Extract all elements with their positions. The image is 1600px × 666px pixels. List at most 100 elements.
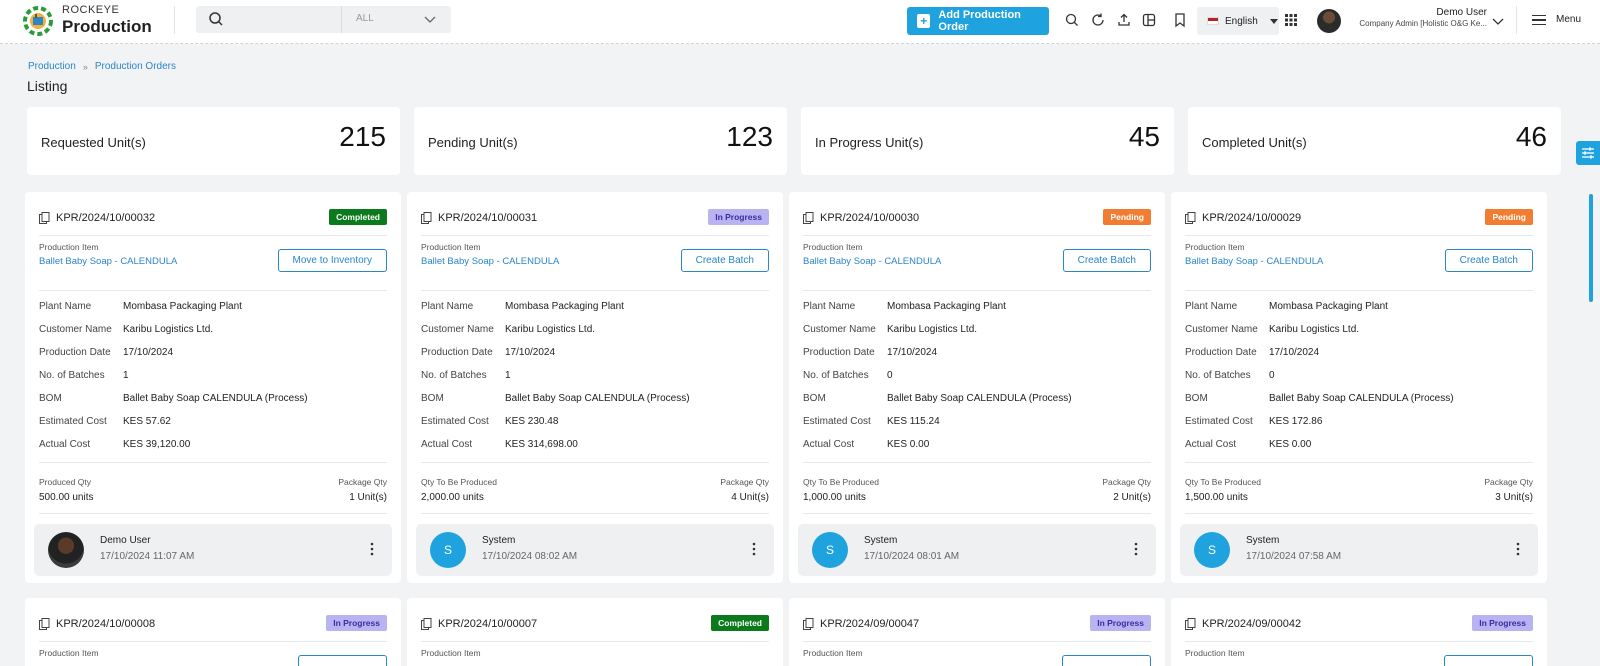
divider: [421, 462, 769, 463]
global-search[interactable]: ALL: [196, 6, 451, 33]
user-menu[interactable]: Demo User Company Admin [Holistic O&G Ke…: [1347, 7, 1487, 29]
divider: [1185, 641, 1533, 642]
order-code[interactable]: KPR/2024/10/00008: [56, 618, 155, 630]
package-qty-label: Package Qty: [1102, 477, 1151, 487]
production-date-label: Production Date: [39, 347, 111, 358]
order-code[interactable]: KPR/2024/09/00047: [820, 618, 919, 630]
created-by-footer: S System 17/10/2024 08:01 AM: [798, 524, 1156, 576]
estimated-cost-row: Estimated Cost KES 57.62: [39, 416, 171, 427]
breadcrumb-production[interactable]: Production: [28, 61, 76, 72]
create-batch-button[interactable]: [298, 655, 387, 666]
header-divider: [174, 6, 175, 34]
divider: [1185, 462, 1533, 463]
batch-count-value: 0: [1269, 370, 1275, 381]
package-qty-label: Package Qty: [338, 477, 387, 487]
production-order-card[interactable]: KPR/2024/10/00007 Completed Production Ite…: [407, 598, 783, 666]
order-code[interactable]: KPR/2024/10/00032: [56, 212, 155, 224]
chevron-down-icon[interactable]: [1490, 13, 1506, 29]
order-code[interactable]: KPR/2024/10/00031: [438, 212, 537, 224]
production-order-card[interactable]: KPR/2024/09/00042 In Progress Production I…: [1171, 598, 1547, 666]
divider: [803, 290, 1151, 291]
production-item-label: Production Item: [39, 242, 99, 252]
order-code[interactable]: KPR/2024/10/00030: [820, 212, 919, 224]
production-order-card[interactable]: KPR/2024/09/00047 In Progress Production I…: [789, 598, 1165, 666]
more-vertical-icon[interactable]: [1516, 542, 1520, 556]
upload-icon[interactable]: [1116, 12, 1132, 28]
production-date-label: Production Date: [421, 347, 493, 358]
apps-grid-icon[interactable]: [1283, 12, 1299, 28]
created-at: 17/10/2024 08:02 AM: [482, 551, 578, 562]
divider: [1185, 513, 1533, 514]
batch-count-label: No. of Batches: [421, 370, 487, 381]
production-item-link[interactable]: Ballet Baby Soap - CALENDULA: [421, 256, 559, 267]
chevron-down-icon[interactable]: [424, 13, 436, 25]
bookmark-icon[interactable]: [1172, 12, 1188, 28]
rockeye-logo[interactable]: [22, 5, 54, 37]
copy-document-icon[interactable]: [1185, 212, 1196, 224]
language-select[interactable]: English: [1197, 7, 1279, 35]
layout-icon[interactable]: [1141, 12, 1157, 28]
status-badge: In Progress: [326, 615, 387, 631]
estimated-cost-label: Estimated Cost: [803, 416, 871, 427]
production-order-card[interactable]: KPR/2024/10/00030 Pending Production Item B…: [789, 192, 1165, 583]
search-divider: [341, 6, 342, 33]
estimated-cost-label: Estimated Cost: [421, 416, 489, 427]
copy-document-icon[interactable]: [803, 618, 814, 630]
production-date-value: 17/10/2024: [123, 347, 174, 358]
copy-document-icon[interactable]: [803, 212, 814, 224]
copy-document-icon[interactable]: [421, 618, 432, 630]
divider: [1185, 235, 1533, 236]
production-item-link[interactable]: Ballet Baby Soap - CALENDULA: [39, 256, 177, 267]
order-code[interactable]: KPR/2024/09/00042: [1202, 618, 1301, 630]
breadcrumb-production-orders[interactable]: Production Orders: [95, 61, 176, 72]
create-batch-button[interactable]: Create Batch: [1444, 249, 1533, 272]
actual-cost-value: KES 314,698.00: [505, 439, 578, 450]
search-scope-select[interactable]: ALL: [356, 13, 374, 24]
production-order-card[interactable]: KPR/2024/10/00029 Pending Production Item B…: [1171, 192, 1547, 583]
actual-cost-row: Actual Cost KES 0.00: [1185, 439, 1311, 450]
filter-settings-tab[interactable]: [1576, 141, 1600, 165]
customer-name-value: Karibu Logistics Ltd.: [123, 324, 214, 335]
create-batch-button[interactable]: Create Batch: [1062, 249, 1151, 272]
copy-document-icon[interactable]: [39, 212, 50, 224]
plant-name-label: Plant Name: [803, 301, 856, 312]
create-batch-button[interactable]: [1062, 655, 1151, 666]
more-vertical-icon[interactable]: [1134, 542, 1138, 556]
estimated-cost-row: Estimated Cost KES 230.48: [421, 416, 558, 427]
estimated-cost-value: KES 57.62: [123, 416, 171, 427]
brand-top: ROCKEYE: [62, 4, 120, 16]
order-code[interactable]: KPR/2024/10/00029: [1202, 212, 1301, 224]
main-menu-button[interactable]: Menu: [1532, 14, 1581, 25]
divider: [39, 235, 387, 236]
add-production-order-button[interactable]: + Add Production Order: [907, 7, 1049, 35]
production-item-link[interactable]: Ballet Baby Soap - CALENDULA: [1185, 256, 1323, 267]
more-vertical-icon[interactable]: [370, 542, 374, 556]
copy-document-icon[interactable]: [1185, 618, 1196, 630]
production-order-card[interactable]: KPR/2024/10/00031 In Progress Production I…: [407, 192, 783, 583]
search-icon: [209, 12, 223, 26]
actual-cost-label: Actual Cost: [39, 439, 91, 450]
plus-icon: +: [917, 14, 931, 28]
create-batch-button[interactable]: Create Batch: [680, 249, 769, 272]
page-scrollbar[interactable]: [1589, 194, 1593, 302]
refresh-icon[interactable]: [1090, 12, 1106, 28]
production-date-value: 17/10/2024: [505, 347, 556, 358]
order-code[interactable]: KPR/2024/10/00007: [438, 618, 537, 630]
more-vertical-icon[interactable]: [752, 542, 756, 556]
production-item-link[interactable]: Ballet Baby Soap - CALENDULA: [803, 256, 941, 267]
user-avatar[interactable]: [1317, 9, 1341, 33]
created-at: 17/10/2024 08:01 AM: [864, 551, 960, 562]
copy-document-icon[interactable]: [421, 212, 432, 224]
copy-document-icon[interactable]: [39, 618, 50, 630]
move-to-inventory-button[interactable]: Move to Inventory: [277, 249, 387, 272]
search-icon[interactable]: [1064, 12, 1080, 28]
actual-cost-value: KES 0.00: [887, 439, 930, 450]
create-batch-button[interactable]: [1444, 655, 1533, 666]
batch-count-row: No. of Batches 1: [39, 370, 129, 381]
bom-row: BOM Ballet Baby Soap CALENDULA (Process): [1185, 393, 1454, 404]
production-order-card[interactable]: KPR/2024/10/00032 Completed Production Ite…: [25, 192, 401, 583]
production-order-card[interactable]: KPR/2024/10/00008 In Progress Production I…: [25, 598, 401, 666]
card-header: KPR/2024/10/00030 Pending: [803, 209, 1151, 227]
batch-count-label: No. of Batches: [803, 370, 869, 381]
plant-name-label: Plant Name: [421, 301, 474, 312]
